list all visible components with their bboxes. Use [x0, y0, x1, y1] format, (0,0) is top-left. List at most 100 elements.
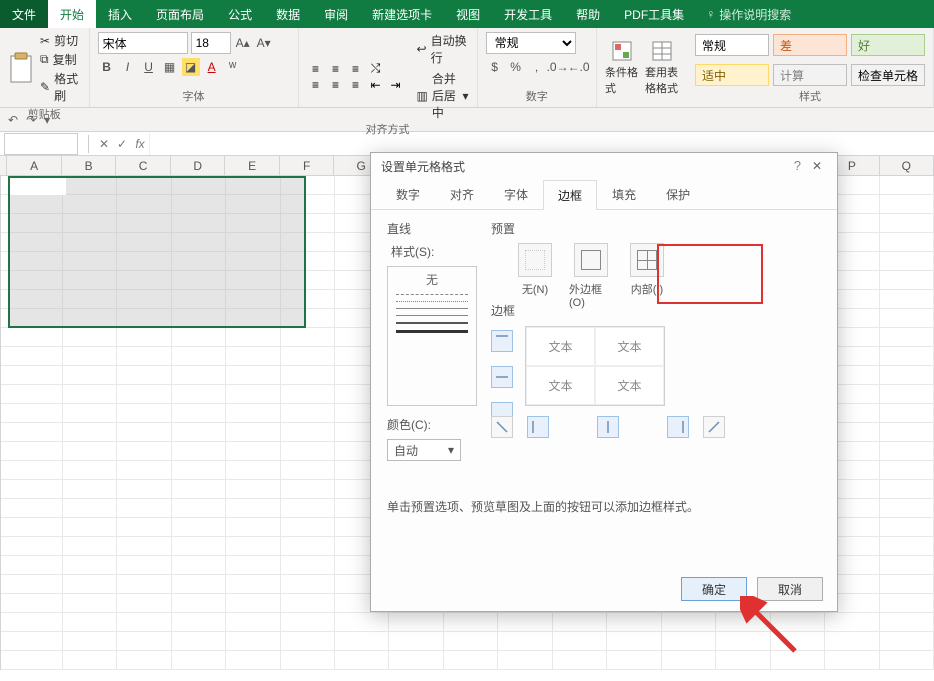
dlg-tab-protection[interactable]: 保护	[651, 179, 705, 209]
cell[interactable]	[281, 195, 335, 214]
dlg-tab-border[interactable]: 边框	[543, 180, 597, 210]
cell[interactable]	[117, 556, 171, 575]
cell[interactable]	[880, 480, 934, 499]
cell[interactable]	[444, 632, 498, 651]
cell[interactable]	[172, 556, 226, 575]
cell[interactable]	[281, 233, 335, 252]
cell[interactable]	[172, 271, 226, 290]
cell[interactable]	[226, 442, 280, 461]
cell[interactable]	[716, 613, 770, 632]
cell[interactable]	[63, 176, 117, 195]
cell[interactable]	[8, 518, 62, 537]
col-header[interactable]: D	[171, 156, 226, 175]
cell[interactable]	[281, 556, 335, 575]
cell[interactable]	[281, 632, 335, 651]
cell[interactable]	[226, 518, 280, 537]
cell[interactable]	[716, 632, 770, 651]
cell[interactable]	[8, 252, 62, 271]
style-line-option[interactable]	[396, 308, 468, 309]
cell[interactable]	[63, 271, 117, 290]
cell[interactable]	[389, 613, 443, 632]
cell[interactable]	[172, 366, 226, 385]
cell[interactable]	[825, 651, 879, 670]
cell[interactable]	[117, 651, 171, 670]
cell[interactable]	[63, 404, 117, 423]
cell[interactable]	[172, 290, 226, 309]
cell[interactable]	[172, 575, 226, 594]
cell[interactable]	[335, 632, 389, 651]
cell[interactable]	[281, 366, 335, 385]
style-calc[interactable]: 计算	[773, 64, 847, 86]
cell[interactable]	[771, 651, 825, 670]
cell[interactable]	[172, 480, 226, 499]
cell[interactable]	[880, 461, 934, 480]
cell[interactable]	[117, 271, 171, 290]
tab-formulas[interactable]: 公式	[216, 0, 264, 28]
cell[interactable]	[117, 480, 171, 499]
cell[interactable]	[117, 632, 171, 651]
cell[interactable]	[63, 214, 117, 233]
cell[interactable]	[281, 499, 335, 518]
cell[interactable]	[8, 537, 62, 556]
cell[interactable]	[281, 271, 335, 290]
conditional-formatting-button[interactable]: 条件格式	[605, 40, 639, 96]
cell[interactable]	[281, 347, 335, 366]
cell[interactable]	[63, 233, 117, 252]
increase-indent-button[interactable]: ⇥	[387, 78, 405, 92]
cell[interactable]	[172, 328, 226, 347]
cell[interactable]	[281, 537, 335, 556]
cell[interactable]	[117, 195, 171, 214]
cell[interactable]	[226, 252, 280, 271]
col-header[interactable]: F	[280, 156, 335, 175]
cell[interactable]	[226, 214, 280, 233]
font-size-combo[interactable]	[191, 32, 231, 54]
cell[interactable]	[8, 195, 62, 214]
tab-view[interactable]: 视图	[444, 0, 492, 28]
border-preview[interactable]: 文本 文本 文本 文本	[525, 326, 665, 406]
cell[interactable]	[8, 594, 62, 613]
cell[interactable]	[172, 442, 226, 461]
cell[interactable]	[281, 309, 335, 328]
cell[interactable]	[63, 651, 117, 670]
cell[interactable]	[117, 442, 171, 461]
cell[interactable]	[172, 537, 226, 556]
cell[interactable]	[8, 461, 62, 480]
cell[interactable]	[8, 442, 62, 461]
cell[interactable]	[226, 575, 280, 594]
cell[interactable]	[281, 651, 335, 670]
dlg-tab-alignment[interactable]: 对齐	[435, 179, 489, 209]
cell[interactable]	[8, 233, 62, 252]
cell[interactable]	[226, 537, 280, 556]
underline-button[interactable]: U	[140, 58, 158, 76]
cell[interactable]	[662, 632, 716, 651]
cell[interactable]	[117, 328, 171, 347]
style-line-option[interactable]	[396, 315, 468, 316]
cell[interactable]	[172, 613, 226, 632]
tab-developer[interactable]: 开发工具	[492, 0, 564, 28]
cell[interactable]	[880, 499, 934, 518]
cell[interactable]	[880, 442, 934, 461]
cell[interactable]	[63, 594, 117, 613]
borders-button[interactable]: ▦	[161, 58, 179, 76]
preset-outline-button[interactable]: 外边框(O)	[569, 243, 613, 309]
cell[interactable]	[226, 347, 280, 366]
cell[interactable]	[281, 423, 335, 442]
cell[interactable]	[63, 556, 117, 575]
style-good[interactable]: 好	[851, 34, 925, 56]
cell[interactable]	[389, 651, 443, 670]
cell[interactable]	[117, 518, 171, 537]
select-all-corner[interactable]	[0, 156, 7, 175]
cell[interactable]	[226, 480, 280, 499]
cell[interactable]	[63, 537, 117, 556]
align-middle-button[interactable]: ≡	[327, 62, 345, 76]
tab-home[interactable]: 开始	[48, 0, 96, 28]
cell[interactable]	[117, 575, 171, 594]
cell[interactable]	[553, 651, 607, 670]
cell[interactable]	[8, 651, 62, 670]
cell[interactable]	[281, 290, 335, 309]
bold-button[interactable]: B	[98, 58, 116, 76]
cell[interactable]	[880, 575, 934, 594]
decrease-font-icon[interactable]: A▾	[255, 34, 273, 52]
cell[interactable]	[172, 404, 226, 423]
style-line-option[interactable]	[396, 294, 468, 295]
